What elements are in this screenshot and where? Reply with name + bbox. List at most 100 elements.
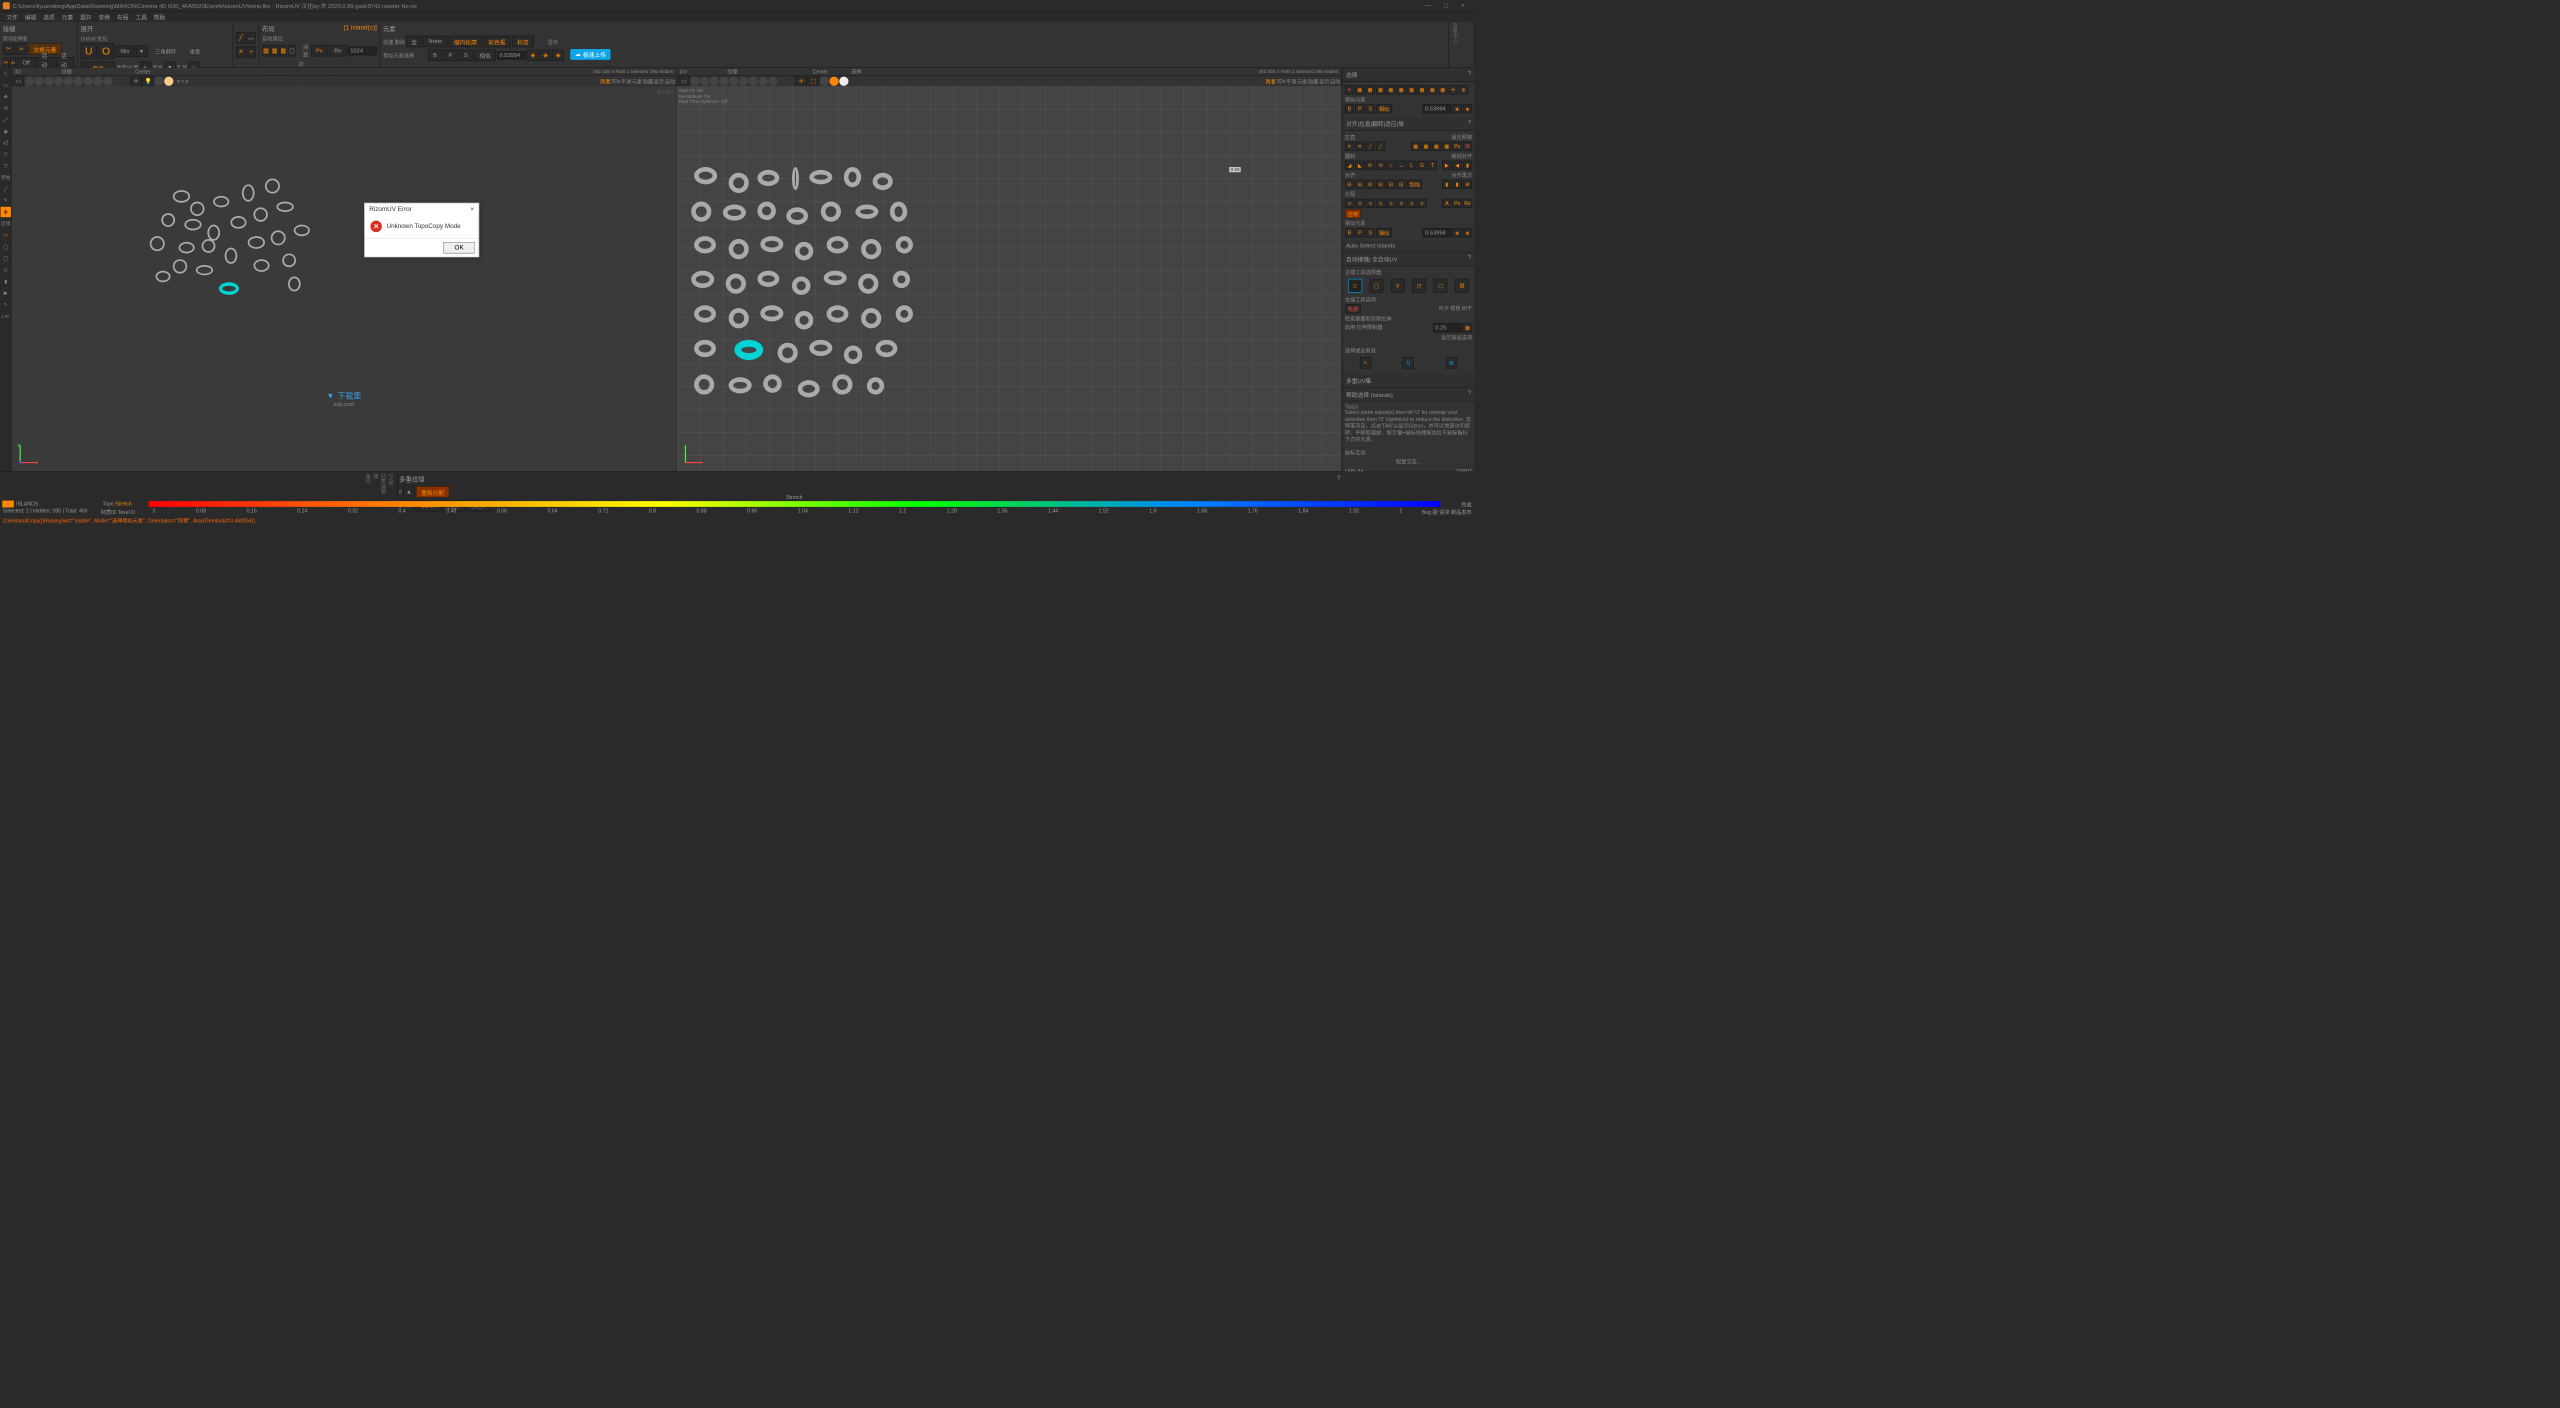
vp-shade7-icon[interactable] bbox=[84, 77, 93, 86]
shrinkwrap-button[interactable]: 缩内轮廓 bbox=[449, 36, 482, 48]
rect-tool-icon[interactable]: ▭ bbox=[1, 80, 11, 90]
al7-icon[interactable]: ▮ bbox=[1442, 180, 1451, 189]
rp-layer3-icon[interactable]: ◈ bbox=[1453, 228, 1462, 237]
cursor-select-icon[interactable]: ↖ bbox=[1360, 357, 1372, 369]
loop2-icon[interactable]: ◯ bbox=[1, 253, 11, 263]
d4-icon[interactable]: ≡ bbox=[1376, 199, 1385, 208]
vp-auto[interactable]: 自动 bbox=[665, 77, 675, 84]
play-icon[interactable]: ▶ bbox=[1, 287, 11, 297]
scale-tool-icon[interactable]: ⤢ bbox=[1, 115, 11, 125]
al4-icon[interactable]: ⊟ bbox=[1376, 180, 1385, 189]
sel-4-icon[interactable]: ▦ bbox=[1386, 85, 1395, 94]
root-label[interactable]: 根枝 bbox=[1450, 304, 1460, 313]
vp-shade9-icon[interactable] bbox=[103, 77, 112, 86]
box-icon[interactable]: ▢ bbox=[1434, 279, 1448, 293]
uv-mode3-icon[interactable] bbox=[839, 77, 848, 86]
b-button[interactable]: B bbox=[428, 50, 442, 62]
sel-3-icon[interactable]: ▦ bbox=[1376, 85, 1385, 94]
matid-label[interactable]: 材质ID bbox=[101, 509, 117, 515]
weld-icon[interactable]: ∞ bbox=[16, 43, 28, 55]
viewport-3d[interactable]: Yx ▼下载集 xzji.com B L P A bbox=[12, 86, 677, 471]
plus-icon[interactable]: + bbox=[247, 46, 256, 58]
cube-icon[interactable]: ◳ bbox=[1412, 279, 1426, 293]
rp-layer4-icon[interactable]: ◈ bbox=[1463, 228, 1472, 237]
snap2-icon[interactable]: ◀ bbox=[1453, 161, 1462, 170]
rp-px[interactable]: Px bbox=[1453, 142, 1462, 151]
al1-icon[interactable]: ⊟ bbox=[1345, 180, 1354, 189]
stretch-label[interactable]: Stretch bbox=[115, 501, 131, 507]
fur-button[interactable]: 毛皮 bbox=[1345, 304, 1361, 313]
uv-shade8-icon[interactable] bbox=[759, 77, 768, 86]
al8-icon[interactable]: ▮ bbox=[1453, 180, 1462, 189]
config-button[interactable]: 配置交互... bbox=[1345, 456, 1472, 467]
rp-re[interactable]: Re bbox=[1463, 199, 1472, 208]
chain-icon[interactable]: ⛓ bbox=[1455, 279, 1469, 293]
sel-2-icon[interactable]: ▦ bbox=[1366, 85, 1375, 94]
curve-tool-icon[interactable]: 〰 bbox=[247, 32, 256, 44]
rp-p2[interactable]: P bbox=[1355, 228, 1364, 237]
menu-help[interactable]: 帮助 bbox=[150, 12, 168, 21]
sim-input[interactable] bbox=[497, 51, 526, 60]
al2-icon[interactable]: ⊟ bbox=[1355, 180, 1364, 189]
apply-button[interactable]: 应用 bbox=[1345, 209, 1361, 218]
al3-icon[interactable]: ⊟ bbox=[1366, 180, 1375, 189]
rp-g[interactable]: G bbox=[1418, 161, 1427, 170]
unfold-u-icon[interactable]: U bbox=[81, 43, 97, 59]
paint-icon[interactable]: ✎ bbox=[1, 195, 11, 205]
layer1-icon[interactable]: ◈ bbox=[527, 50, 539, 62]
autoo-button[interactable]: 活动 O bbox=[56, 57, 75, 69]
uv-mode1-icon[interactable] bbox=[820, 77, 829, 86]
uv-3ds[interactable]: 3Ds bbox=[1276, 78, 1285, 84]
menu-edit[interactable]: 编辑 bbox=[21, 12, 39, 21]
uv-elem[interactable]: 元素 bbox=[1297, 77, 1307, 84]
none-button[interactable]: None bbox=[423, 36, 447, 48]
vp-show[interactable]: 显示 bbox=[654, 77, 664, 84]
grid-select-icon[interactable]: ⊞ bbox=[1446, 357, 1458, 369]
person-icon[interactable]: ⚲ bbox=[1391, 279, 1405, 293]
d8-icon[interactable]: ≡ bbox=[1418, 199, 1427, 208]
arrow-tool-icon[interactable]: ↖ bbox=[1, 69, 11, 79]
label-button[interactable]: 标签 bbox=[512, 36, 534, 48]
maximize-button[interactable]: □ bbox=[1437, 0, 1454, 11]
d5-icon[interactable]: ≡ bbox=[1386, 199, 1395, 208]
menu-file[interactable]: 文件 bbox=[3, 12, 21, 21]
hexagon-icon[interactable]: ⬡ bbox=[1348, 279, 1362, 293]
rp-s2[interactable]: S bbox=[1366, 228, 1375, 237]
sel-8-icon[interactable]: ▦ bbox=[1428, 85, 1437, 94]
collapse-icon[interactable]: ? bbox=[1468, 70, 1471, 79]
uv-shade5-icon[interactable] bbox=[729, 77, 738, 86]
minimize-button[interactable]: — bbox=[1420, 0, 1437, 11]
x2-tool-icon[interactable]: x2 bbox=[1, 138, 11, 148]
d1-icon[interactable]: ≡ bbox=[1345, 199, 1354, 208]
grid-a-icon[interactable]: ▦ bbox=[1411, 142, 1420, 151]
menu-unfold[interactable]: 展开 bbox=[77, 12, 95, 21]
pack2-icon[interactable]: ▦ bbox=[271, 45, 279, 57]
uv-show[interactable]: 显示 bbox=[1319, 77, 1329, 84]
tex-up-icon[interactable]: ▲ bbox=[403, 486, 415, 498]
menu-layout[interactable]: 布局 bbox=[113, 12, 131, 21]
str2-icon[interactable]: ✕ bbox=[1355, 142, 1364, 151]
vp-shade3-icon[interactable] bbox=[44, 77, 53, 86]
sel-x-icon[interactable]: ✕ bbox=[1345, 85, 1354, 94]
vp-elem[interactable]: 元素 bbox=[632, 77, 642, 84]
flip6-icon[interactable]: ↔ bbox=[1397, 161, 1406, 170]
d6-icon[interactable]: ≡ bbox=[1397, 199, 1406, 208]
lock-tool-icon[interactable]: ▽ bbox=[1, 161, 11, 171]
grid-d-icon[interactable]: ▦ bbox=[1442, 142, 1451, 151]
off-button[interactable]: Off bbox=[17, 57, 35, 69]
viewport-uv[interactable]: Auto Fit: On ReAttribute: On Real Time O… bbox=[677, 86, 1342, 471]
center-tool-icon[interactable]: ◉ bbox=[1, 126, 11, 136]
chevron-down-icon[interactable]: ▾ bbox=[136, 46, 148, 58]
vp-select-icon[interactable]: ▭ bbox=[13, 75, 25, 87]
uv-shade4-icon[interactable] bbox=[719, 77, 728, 86]
uv-center-icon[interactable]: ✛ bbox=[795, 75, 807, 87]
region-box-icon[interactable]: ▭ bbox=[1, 230, 11, 240]
gradient-bar[interactable]: Stretch bbox=[149, 501, 1440, 507]
menu-elements[interactable]: 元素 bbox=[58, 12, 76, 21]
sel-1-icon[interactable]: ▦ bbox=[1355, 85, 1364, 94]
vp-shade10-icon[interactable] bbox=[154, 77, 163, 86]
uv-shade9-icon[interactable] bbox=[768, 77, 777, 86]
grid-c-icon[interactable]: ▦ bbox=[1432, 142, 1441, 151]
cut-icon[interactable]: ✂ bbox=[3, 43, 15, 55]
tab-uv[interactable]: UV bbox=[677, 69, 690, 75]
